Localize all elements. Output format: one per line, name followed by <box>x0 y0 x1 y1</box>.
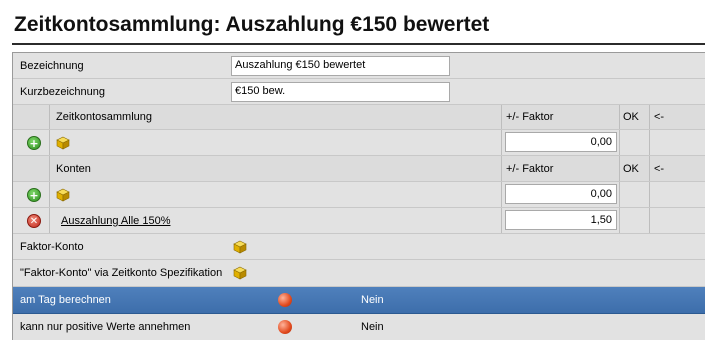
properties-panel: Bezeichnung Auszahlung €150 bewertet Kur… <box>12 52 705 340</box>
konten-new-faktor-field[interactable]: 0,00 <box>505 184 617 204</box>
cube-icon[interactable] <box>233 240 247 254</box>
x-circle-icon: ✕ <box>27 213 41 228</box>
zeitkontosammlung-header: Zeitkontosammlung <box>56 111 152 123</box>
konten-new-row: + 0,00 <box>13 182 705 208</box>
option-label: am Tag berechnen <box>20 294 111 306</box>
delete-konto-button[interactable]: ✕ <box>24 211 44 231</box>
add-konto-button[interactable]: + <box>24 185 44 205</box>
konten-header-row: Konten +/- Faktor OK <- <box>13 156 705 182</box>
red-orb-icon[interactable] <box>278 293 292 307</box>
bezeichnung-field[interactable]: Auszahlung €150 bewertet <box>231 56 450 76</box>
bezeichnung-row: Bezeichnung Auszahlung €150 bewertet <box>13 53 705 79</box>
add-zeitkontosammlung-button[interactable]: + <box>24 133 44 153</box>
konten-header: Konten <box>56 162 91 175</box>
konten-faktor-column-header: +/- Faktor <box>506 162 554 175</box>
faktor-konto-spezifikation-row: "Faktor-Konto" via Zeitkonto Spezifikati… <box>13 260 705 287</box>
option-row-positive-werte[interactable]: kann nur positive Werte annehmen Nein <box>13 314 705 340</box>
kurzbezeichnung-row: Kurzbezeichnung €150 bew. <box>13 79 705 105</box>
title-underline <box>12 43 705 45</box>
faktor-column-header: +/- Faktor <box>506 111 554 123</box>
table-row: ✕ Auszahlung Alle 150% 1,50 <box>13 208 705 234</box>
faktor-konto-label: Faktor-Konto <box>20 240 84 253</box>
arrow-column-header: <- <box>654 111 665 123</box>
plus-circle-icon: + <box>27 187 41 202</box>
option-value: Nein <box>361 321 384 333</box>
cube-icon[interactable] <box>56 188 70 202</box>
cube-icon[interactable] <box>233 266 247 280</box>
option-label: kann nur positive Werte annehmen <box>20 321 191 333</box>
zeitkontosammlung-new-row: + 0,00 <box>13 130 705 156</box>
plus-circle-icon: + <box>27 135 41 150</box>
faktor-konto-spezifikation-label: "Faktor-Konto" via Zeitkonto Spezifikati… <box>20 267 223 279</box>
ok-column-header: OK <box>623 111 639 123</box>
zeitkontosammlung-header-row: Zeitkontosammlung +/- Faktor OK <- <box>13 105 705 130</box>
konten-ok-column-header: OK <box>623 162 639 175</box>
konto-name-link[interactable]: Auszahlung Alle 150% <box>61 215 170 227</box>
kurzbezeichnung-label: Kurzbezeichnung <box>20 85 106 98</box>
zeitkontosammlung-faktor-field[interactable]: 0,00 <box>505 132 617 152</box>
option-value: Nein <box>361 294 384 306</box>
faktor-konto-row: Faktor-Konto <box>13 234 705 260</box>
cube-icon[interactable] <box>56 136 70 150</box>
page-title: Zeitkontosammlung: Auszahlung €150 bewer… <box>14 13 490 36</box>
konten-arrow-column-header: <- <box>654 162 665 175</box>
title-bar: Zeitkontosammlung: Auszahlung €150 bewer… <box>0 0 705 45</box>
bezeichnung-label: Bezeichnung <box>20 59 84 72</box>
option-row-am-tag-berechnen[interactable]: am Tag berechnen Nein <box>13 287 705 314</box>
konto-faktor-field[interactable]: 1,50 <box>505 210 617 230</box>
kurzbezeichnung-field[interactable]: €150 bew. <box>231 82 450 102</box>
red-orb-icon[interactable] <box>278 320 292 334</box>
